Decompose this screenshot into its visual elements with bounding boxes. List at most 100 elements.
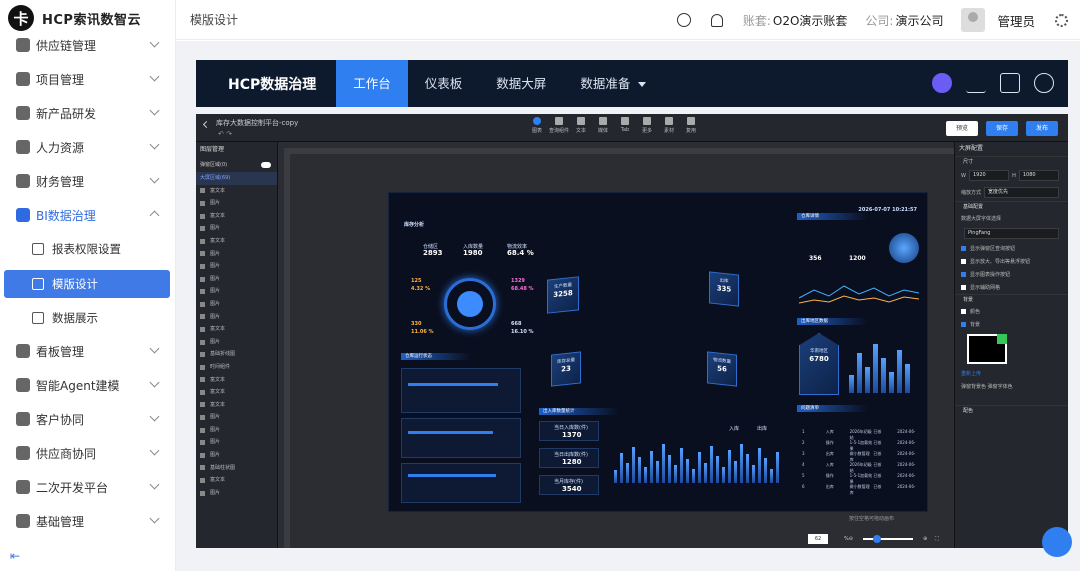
layer-item[interactable]: 富文本 bbox=[196, 185, 277, 198]
account-select[interactable]: O2O演示账套 bbox=[773, 12, 848, 29]
tool-text[interactable]: 文本 bbox=[570, 117, 592, 134]
tool-more[interactable]: 更多 bbox=[636, 117, 658, 134]
tool-reuse[interactable]: 复用 bbox=[680, 117, 702, 134]
zoom-out-icon[interactable]: ⊖ bbox=[849, 536, 853, 542]
sidebar-item-dev-platform[interactable]: 二次开发平台 bbox=[0, 470, 176, 504]
layer-item[interactable]: 图片 bbox=[196, 487, 277, 500]
bg-image-row[interactable]: 背景 bbox=[955, 318, 1068, 331]
tool-chart[interactable]: 图表 bbox=[526, 117, 548, 134]
sidebar-item-rnd[interactable]: 新产品研发 bbox=[0, 96, 176, 130]
layer-item[interactable]: 富文本 bbox=[196, 210, 277, 223]
layer-item[interactable]: 图片 bbox=[196, 285, 277, 298]
zoom-slider[interactable] bbox=[862, 535, 913, 543]
zoom-input[interactable]: 62 bbox=[808, 534, 828, 544]
section-palette[interactable]: 配色 bbox=[955, 405, 1068, 416]
font-select[interactable]: PingFang bbox=[964, 228, 1059, 239]
scale-select[interactable]: 宽度优先 bbox=[984, 187, 1059, 198]
checkbox-checked[interactable] bbox=[961, 246, 966, 251]
sidebar-item-agent[interactable]: 智能Agent建模 bbox=[0, 368, 176, 402]
tool-assets[interactable]: 素材 bbox=[658, 117, 680, 134]
help-icon[interactable] bbox=[1034, 73, 1054, 93]
layer-item[interactable]: 富文本 bbox=[196, 474, 277, 487]
layer-item[interactable]: 图片 bbox=[196, 273, 277, 286]
bg-thumbnail[interactable] bbox=[967, 334, 1007, 364]
fit-screen-icon[interactable]: ⛶ bbox=[935, 536, 939, 542]
sidebar-subitem-data-display[interactable]: 数据展示 bbox=[4, 304, 170, 332]
sidebar-item-basic[interactable]: 基础管理 bbox=[0, 504, 176, 538]
layer-item[interactable]: 富文本 bbox=[196, 323, 277, 336]
sidebar-item-bi[interactable]: BI数据治理 bbox=[0, 198, 176, 232]
tool-media[interactable]: 媒体 bbox=[592, 117, 614, 134]
company-select[interactable]: 演示公司 bbox=[895, 12, 943, 29]
message-icon[interactable] bbox=[932, 73, 952, 93]
sidebar-item-hr[interactable]: 人力资源 bbox=[0, 130, 176, 164]
layer-item[interactable]: 基础柱状图 bbox=[196, 462, 277, 475]
layer-item[interactable]: 时间组件 bbox=[196, 361, 277, 374]
layer-item[interactable]: 图片 bbox=[196, 424, 277, 437]
dashboard-preview[interactable]: 库存分析 2026-07-07 10:21:57 2893 仓储区 1980 入… bbox=[388, 192, 928, 512]
section-background[interactable]: 背景 bbox=[955, 294, 1068, 305]
layer-item[interactable]: 图片 bbox=[196, 311, 277, 324]
layer-item[interactable]: 图片 bbox=[196, 449, 277, 462]
sidebar-item-project[interactable]: 项目管理 bbox=[0, 62, 176, 96]
search-icon[interactable] bbox=[676, 13, 691, 27]
back-icon[interactable] bbox=[202, 120, 211, 129]
toggle-switch[interactable] bbox=[261, 162, 271, 168]
layer-popup-group[interactable]: 弹窗区域(0) bbox=[196, 158, 277, 172]
avatar[interactable] bbox=[961, 8, 986, 32]
option-row[interactable]: 显示图表操作按钮 bbox=[955, 268, 1068, 281]
option-row[interactable]: 显示放大、导出等悬浮按钮 bbox=[955, 255, 1068, 268]
tab-data-prep[interactable]: 数据准备 bbox=[563, 60, 663, 107]
undo-redo-icons[interactable]: ↶ ↷ bbox=[218, 130, 232, 138]
width-input[interactable]: 1920 bbox=[968, 170, 1010, 181]
layer-item[interactable]: 图片 bbox=[196, 298, 277, 311]
sidebar-item-board[interactable]: 看板管理 bbox=[0, 334, 176, 368]
gear-icon[interactable] bbox=[1055, 13, 1068, 27]
sidebar-item-finance[interactable]: 财务管理 bbox=[0, 164, 176, 198]
height-input[interactable]: 1080 bbox=[1018, 170, 1059, 181]
section-basic[interactable]: 基础配置 bbox=[955, 201, 1068, 212]
sidebar-subitem-report-permission[interactable]: 报表权限设置 bbox=[4, 235, 170, 263]
zoom-in-icon[interactable]: ⊕ bbox=[923, 536, 927, 542]
layer-item[interactable]: 富文本 bbox=[196, 374, 277, 387]
sidebar-item-supplier[interactable]: 供应商协同 bbox=[0, 436, 176, 470]
option-row[interactable]: 显示辅助网格 bbox=[955, 281, 1068, 294]
download-icon[interactable] bbox=[966, 73, 986, 93]
layer-item[interactable]: 图片 bbox=[196, 260, 277, 273]
checkbox-checked[interactable] bbox=[961, 272, 966, 277]
layer-item[interactable]: 图片 bbox=[196, 248, 277, 261]
checkbox-checked[interactable] bbox=[961, 322, 966, 327]
preview-button[interactable]: 预览 bbox=[945, 121, 978, 136]
save-button[interactable]: 保存 bbox=[985, 121, 1018, 136]
layer-item[interactable]: 图片 bbox=[196, 336, 277, 349]
publish-button[interactable]: 发布 bbox=[1025, 121, 1058, 136]
layer-item[interactable]: 图片 bbox=[196, 411, 277, 424]
layer-item[interactable]: 基础折线图 bbox=[196, 348, 277, 361]
checkbox-unchecked[interactable] bbox=[961, 309, 966, 314]
sidebar-item-customer[interactable]: 客户协同 bbox=[0, 402, 176, 436]
design-canvas[interactable]: 库存分析 2026-07-07 10:21:57 2893 仓储区 1980 入… bbox=[278, 142, 954, 548]
layer-root[interactable]: 大屏区域(69) bbox=[196, 172, 277, 185]
tab-workbench[interactable]: 工作台 bbox=[336, 60, 408, 107]
section-size[interactable]: 尺寸 bbox=[955, 156, 1068, 167]
chat-bubble-icon[interactable] bbox=[1042, 527, 1072, 557]
layer-item[interactable]: 图片 bbox=[196, 197, 277, 210]
tab-dashboard[interactable]: 仪表板 bbox=[408, 60, 480, 107]
tab-big-screen[interactable]: 数据大屏 bbox=[479, 60, 563, 107]
layer-item[interactable]: 富文本 bbox=[196, 386, 277, 399]
layer-item[interactable]: 富文本 bbox=[196, 399, 277, 412]
checkbox-unchecked[interactable] bbox=[961, 285, 966, 290]
reupload-link[interactable]: 重新上传 bbox=[955, 367, 1068, 380]
layer-item[interactable]: 富文本 bbox=[196, 235, 277, 248]
tool-tab[interactable]: Tab bbox=[614, 117, 636, 134]
checkbox-unchecked[interactable] bbox=[961, 259, 966, 264]
layer-item[interactable]: 图片 bbox=[196, 222, 277, 235]
collapse-icon[interactable]: ⇤ bbox=[10, 549, 20, 563]
bg-color-row[interactable]: 颜色 bbox=[955, 305, 1068, 318]
sidebar-item-supply-chain[interactable]: 供应链管理 bbox=[0, 28, 176, 62]
toolbox-icon[interactable] bbox=[1000, 73, 1020, 93]
option-row[interactable]: 显示弹窗区查询按钮 bbox=[955, 242, 1068, 255]
tool-query[interactable]: 查询组件 bbox=[548, 117, 570, 134]
bell-icon[interactable] bbox=[710, 13, 723, 27]
user-name[interactable]: 管理员 bbox=[997, 11, 1035, 30]
